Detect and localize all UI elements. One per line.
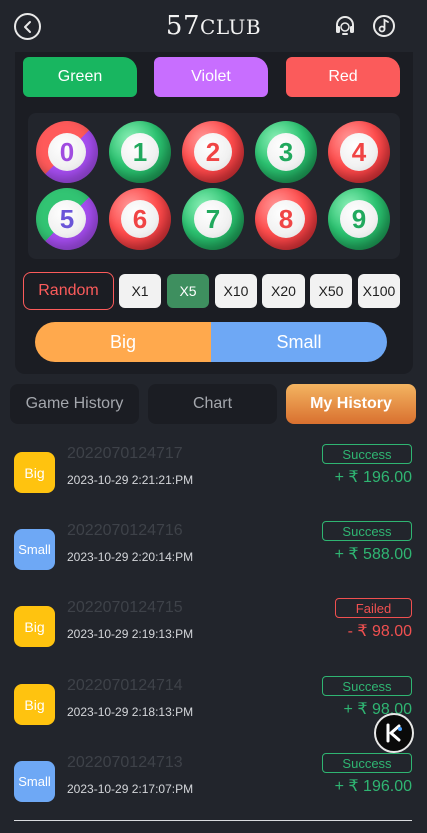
ball-number: 3 — [267, 133, 305, 171]
ball-number: 1 — [121, 133, 159, 171]
ball-0[interactable]: 0 — [36, 121, 98, 183]
bet-type-badge: Small — [14, 529, 55, 570]
status-badge: Success — [322, 676, 412, 696]
status-badge: Success — [322, 521, 412, 541]
bet-time: 2023-10-29 2:18:13:PM — [67, 705, 194, 719]
red-button[interactable]: Red — [286, 57, 400, 97]
multiplier-x20[interactable]: X20 — [262, 274, 305, 308]
ball-4[interactable]: 4 — [328, 121, 390, 183]
bet-time: 2023-10-29 2:20:14:PM — [67, 550, 194, 564]
ball-number: 6 — [121, 200, 159, 238]
history-row[interactable]: Small 2022070124713 2023-10-29 2:17:07:P… — [0, 753, 427, 833]
big-button[interactable]: Big — [35, 322, 211, 362]
ball-7[interactable]: 7 — [182, 188, 244, 250]
ball-5[interactable]: 5 — [36, 188, 98, 250]
multiplier-x10[interactable]: X10 — [215, 274, 257, 308]
bet-amount: + ₹ 196.00 — [334, 778, 412, 795]
ball-6[interactable]: 6 — [109, 188, 171, 250]
history-row[interactable]: Big 2022070124715 2023-10-29 2:19:13:PM … — [0, 598, 427, 684]
back-arrow-icon[interactable] — [14, 13, 41, 40]
multiplier-x1[interactable]: X1 — [119, 274, 161, 308]
ball-number: 0 — [48, 133, 86, 171]
ball-number: 8 — [267, 200, 305, 238]
k-logo-icon[interactable] — [374, 713, 414, 753]
status-badge: Failed — [335, 598, 412, 618]
bet-type-badge: Small — [14, 761, 55, 802]
music-note-icon[interactable] — [372, 14, 396, 38]
issue-number: 2022070124716 — [67, 522, 183, 539]
multiplier-x5[interactable]: X5 — [167, 274, 209, 308]
list-divider — [14, 820, 412, 821]
ball-number: 4 — [340, 133, 378, 171]
ball-number: 2 — [194, 133, 232, 171]
bet-amount: + ₹ 588.00 — [334, 546, 412, 563]
random-button[interactable]: Random — [23, 272, 114, 310]
history-row[interactable]: Big 2022070124714 2023-10-29 2:18:13:PM … — [0, 676, 427, 762]
history-row[interactable]: Big 2022070124717 2023-10-29 2:21:21:PM … — [0, 444, 427, 530]
tab-my-history[interactable]: My History — [286, 384, 416, 424]
big-small-toggle: Big Small — [35, 322, 387, 362]
ball-2[interactable]: 2 — [182, 121, 244, 183]
tab-chart[interactable]: Chart — [148, 384, 277, 424]
ball-number: 5 — [48, 200, 86, 238]
small-button[interactable]: Small — [211, 322, 387, 362]
app-header: 57CLUB — [0, 0, 427, 52]
headset-icon[interactable] — [333, 14, 357, 38]
app-logo: 57CLUB — [165, 11, 262, 41]
history-row[interactable]: Small 2022070124716 2023-10-29 2:20:14:P… — [0, 521, 427, 607]
bet-time: 2023-10-29 2:19:13:PM — [67, 627, 194, 641]
bet-type-badge: Big — [14, 452, 55, 493]
ball-9[interactable]: 9 — [328, 188, 390, 250]
bet-type-badge: Big — [14, 606, 55, 647]
status-badge: Success — [322, 444, 412, 464]
tab-game-history[interactable]: Game History — [10, 384, 139, 424]
ball-3[interactable]: 3 — [255, 121, 317, 183]
issue-number: 2022070124714 — [67, 677, 183, 694]
multiplier-x50[interactable]: X50 — [310, 274, 352, 308]
bet-time: 2023-10-29 2:21:21:PM — [67, 473, 194, 487]
bet-amount: + ₹ 196.00 — [334, 469, 412, 486]
ball-number: 7 — [194, 200, 232, 238]
ball-1[interactable]: 1 — [109, 121, 171, 183]
status-badge: Success — [322, 753, 412, 773]
ball-8[interactable]: 8 — [255, 188, 317, 250]
ball-number: 9 — [340, 200, 378, 238]
bet-type-badge: Big — [14, 684, 55, 725]
green-button[interactable]: Green — [23, 57, 137, 97]
issue-number: 2022070124713 — [67, 754, 183, 771]
multiplier-x100[interactable]: X100 — [358, 274, 400, 308]
bet-time: 2023-10-29 2:17:07:PM — [67, 782, 194, 796]
violet-button[interactable]: Violet — [154, 57, 268, 97]
issue-number: 2022070124717 — [67, 445, 183, 462]
issue-number: 2022070124715 — [67, 599, 183, 616]
bet-amount: - ₹ 98.00 — [347, 623, 412, 640]
